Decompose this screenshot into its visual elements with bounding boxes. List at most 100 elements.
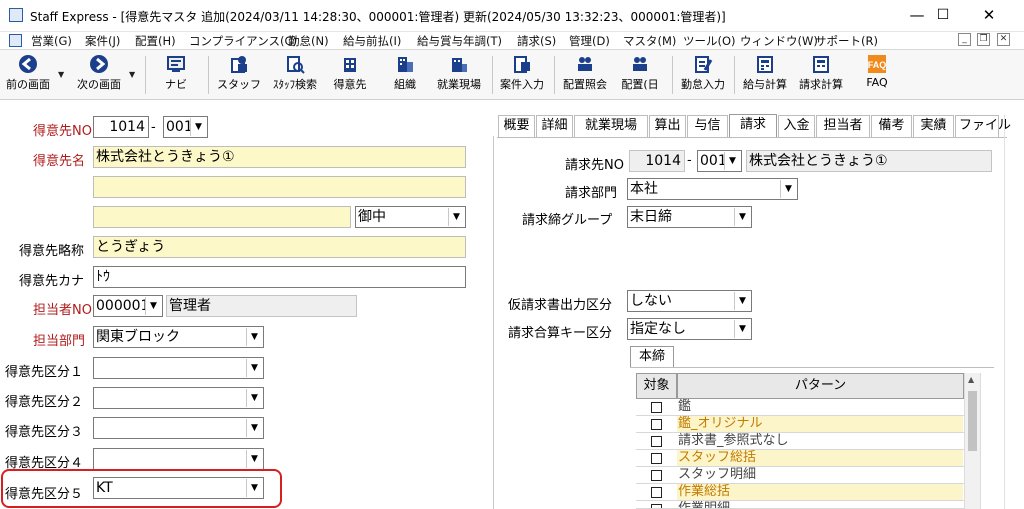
payroll-icon [757, 56, 773, 73]
table-row[interactable]: 鑑_オリジナル [636, 416, 964, 433]
billing-branch-select[interactable]: 001 ▼ [697, 150, 742, 172]
category5-select[interactable]: KT ▼ [93, 477, 264, 499]
honorific-select[interactable]: 御中 ▼ [355, 206, 466, 228]
tab-calc[interactable]: 算出 [649, 115, 686, 137]
category3-label: 得意先区分３ [5, 425, 84, 440]
organization-button[interactable]: 組織 [383, 52, 427, 98]
chevron-down-icon: ▼ [780, 180, 796, 198]
row-checkbox[interactable] [651, 487, 662, 498]
tab-billing[interactable]: 請求 [729, 114, 777, 137]
menu-kanri[interactable]: 管理(D) [569, 33, 610, 49]
billing-button[interactable]: 請求計算 [795, 52, 847, 98]
scroll-thumb[interactable] [968, 391, 977, 451]
staff-button[interactable]: スタッフ [215, 52, 263, 98]
staff-search-button[interactable]: ｽﾀｯﾌ検索 [267, 52, 323, 98]
back-button[interactable]: 前の画面 [2, 52, 54, 98]
table-row[interactable]: 鑑 [636, 399, 964, 416]
row-pattern: 請求書_参照式なし [678, 433, 789, 448]
table-row[interactable]: 作業明細 [636, 501, 964, 509]
menu-anken[interactable]: 案件(J) [85, 33, 120, 49]
tab-overview[interactable]: 概要 [498, 115, 535, 137]
billing-label: 請求計算 [799, 78, 843, 91]
menu-window[interactable]: ウィンドウ(W) [740, 33, 818, 49]
grid-scrollbar[interactable]: ▲ [964, 373, 980, 509]
tab-person[interactable]: 担当者 [816, 115, 870, 137]
forward-dropdown-icon[interactable]: ▼ [129, 70, 135, 79]
person-no-select[interactable]: 000001 ▼ [93, 295, 163, 317]
tab-notes[interactable]: 備考 [871, 115, 912, 137]
row-checkbox[interactable] [651, 419, 662, 430]
table-row[interactable]: 作業総括 [636, 484, 964, 501]
staff-icon [231, 56, 247, 73]
customer-name2-field[interactable] [93, 176, 466, 198]
staff-search-icon [287, 56, 305, 74]
provisional-select[interactable]: しない ▼ [627, 290, 752, 312]
chevron-down-icon: ▼ [246, 328, 262, 346]
customer-button[interactable]: 得意先 [327, 52, 373, 98]
close-button[interactable]: ✕ [966, 0, 1012, 32]
menu-kintai[interactable]: 勤怠(N) [288, 33, 329, 49]
customer-name3-field[interactable] [93, 206, 351, 228]
staff-label: スタッフ [217, 78, 261, 91]
maximize-button[interactable]: ☐ [920, 0, 966, 32]
row-checkbox[interactable] [651, 504, 662, 508]
row-checkbox[interactable] [651, 436, 662, 447]
table-row[interactable]: 請求書_参照式なし [636, 433, 964, 450]
kana-field[interactable]: ﾄｳ [93, 266, 466, 288]
payroll-button[interactable]: 給与計算 [740, 52, 790, 98]
grid-header-pattern[interactable]: パターン [677, 373, 964, 399]
tab-worksite[interactable]: 就業現場 [574, 115, 648, 137]
menu-tools[interactable]: ツール(O) [683, 33, 736, 49]
table-row[interactable]: スタッフ総括 [636, 450, 964, 467]
chevron-down-icon: ▼ [246, 479, 262, 497]
tab-detail[interactable]: 詳細 [536, 115, 573, 137]
row-checkbox[interactable] [651, 402, 662, 413]
billing-dept-select[interactable]: 本社 ▼ [627, 178, 798, 200]
grid-header-target[interactable]: 対象 [636, 373, 677, 399]
menu-kyuyo-shoyo[interactable]: 給与賞与年調(T) [417, 33, 502, 49]
scroll-up-icon[interactable]: ▲ [968, 375, 974, 384]
mdi-minimize-button[interactable]: _ [958, 33, 971, 46]
mdi-close-button[interactable]: ✕ [997, 33, 1010, 46]
navi-button[interactable]: ナビ [153, 52, 199, 98]
subtab-honjime[interactable]: 本締 [630, 346, 674, 368]
tab-payment[interactable]: 入金 [778, 115, 815, 137]
forward-button[interactable]: 次の画面 [70, 52, 128, 98]
project-input-button[interactable]: 案件入力 [496, 52, 548, 98]
back-dropdown-icon[interactable]: ▼ [58, 70, 64, 79]
menu-master[interactable]: マスタ(M) [623, 33, 676, 49]
dept-select[interactable]: 関東ブロック ▼ [93, 326, 264, 348]
chevron-down-icon: ▼ [246, 419, 262, 437]
table-row[interactable]: スタッフ明細 [636, 467, 964, 484]
mdi-restore-button[interactable]: ❐ [977, 33, 990, 46]
faq-button[interactable]: FAQ FAQ [856, 52, 898, 98]
category2-select[interactable]: ▼ [93, 387, 264, 409]
customer-branch-select[interactable]: 001 ▼ [163, 116, 208, 138]
placement-daily-button[interactable]: 配置(日 [616, 52, 664, 98]
short-name-field[interactable]: とうぎょう [93, 236, 466, 258]
menu-support[interactable]: サポート(R) [815, 33, 878, 49]
row-checkbox[interactable] [651, 470, 662, 481]
tab-results[interactable]: 実績 [913, 115, 954, 137]
tab-files[interactable]: ファイル [955, 115, 1011, 137]
chevron-down-icon: ▼ [246, 450, 262, 468]
category3-select[interactable]: ▼ [93, 417, 264, 439]
merge-key-select[interactable]: 指定なし ▼ [627, 318, 752, 340]
closing-group-select[interactable]: 末日締 ▼ [627, 206, 752, 228]
tab-credit[interactable]: 与信 [687, 115, 728, 137]
row-checkbox[interactable] [651, 453, 662, 464]
menu-haichi[interactable]: 配置(H) [135, 33, 176, 49]
worksite-button[interactable]: 就業現場 [433, 52, 485, 98]
attendance-input-button[interactable]: 勤怠入力 [678, 52, 728, 98]
placement-inquiry-button[interactable]: 配置照会 [558, 52, 612, 98]
menu-seikyu[interactable]: 請求(S) [517, 33, 556, 49]
menu-eigyo[interactable]: 営業(G) [31, 33, 72, 49]
menu-kyuyo-maebarai[interactable]: 給与前払(I) [343, 33, 401, 49]
category1-select[interactable]: ▼ [93, 357, 264, 379]
chevron-down-icon: ▼ [734, 320, 750, 338]
menu-compliance[interactable]: コンプライアンス(C) [189, 33, 297, 49]
customer-name-field[interactable]: 株式会社とうきょう① [93, 146, 466, 168]
customer-no-field[interactable]: 1014 [93, 116, 149, 138]
billing-no-field[interactable]: 1014 [629, 150, 685, 172]
category4-select[interactable]: ▼ [93, 448, 264, 470]
